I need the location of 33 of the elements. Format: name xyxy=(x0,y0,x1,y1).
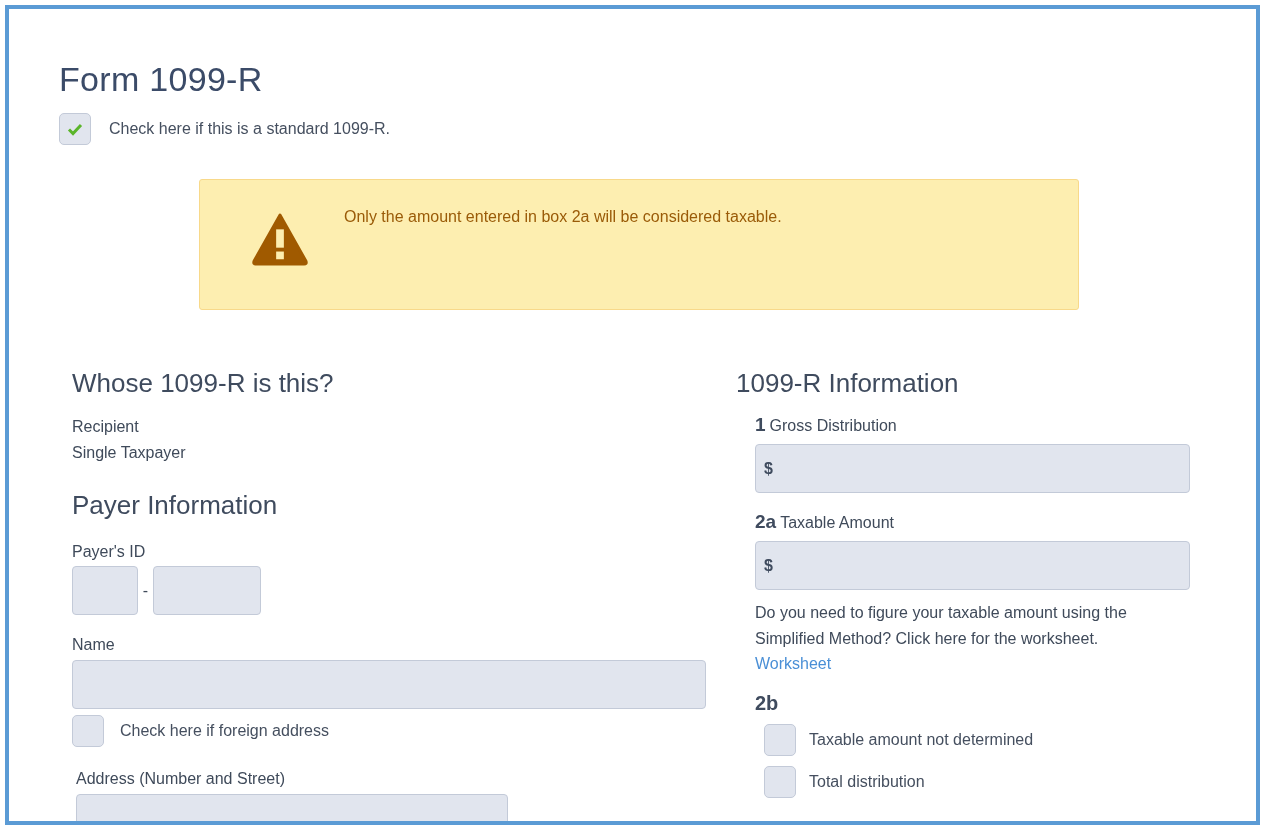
field-label: Taxable Amount xyxy=(780,514,894,531)
input-field[interactable] xyxy=(72,566,138,615)
section-heading: Whose 1099-R is this? xyxy=(72,367,335,400)
field-label: Address (Number and Street) xyxy=(76,769,286,789)
input-field[interactable]: $ xyxy=(755,541,1190,590)
id-separator: - xyxy=(141,581,150,600)
alert-message: Only the amount entered in box 2a will be considered taxable. xyxy=(344,208,782,226)
input-field[interactable]: $ xyxy=(755,444,1190,493)
box-number: 1 xyxy=(755,414,766,435)
checkbox[interactable] xyxy=(764,724,796,756)
info-text: Recipient xyxy=(72,417,140,437)
field-label: Gross Distribution xyxy=(769,417,897,434)
checkbox-label: Check here if foreign address xyxy=(120,722,329,740)
section-heading: 1099-R Information xyxy=(736,367,960,400)
field-label: Payer's ID xyxy=(72,542,147,562)
checkbox[interactable] xyxy=(764,766,796,798)
input-field[interactable] xyxy=(72,660,706,709)
worksheet-link[interactable]: Worksheet xyxy=(755,652,832,676)
checkbox[interactable] xyxy=(59,113,91,145)
info-text: Single Taxpayer xyxy=(72,443,187,463)
section-heading: Payer Information xyxy=(72,489,279,522)
checkbox-label: Taxable amount not determined xyxy=(809,731,1034,749)
checkmark-icon xyxy=(67,121,83,137)
checkbox-label: Check here if this is a standard 1099-R. xyxy=(109,120,391,138)
warning-icon xyxy=(251,212,309,266)
help-text: Do you need to figure your taxable amount using the Simplified Method? Click here for the worksheet. xyxy=(755,603,1128,649)
box-number: 2b xyxy=(755,691,779,716)
input-field[interactable] xyxy=(153,566,261,615)
form-title: Form 1099-R xyxy=(59,59,264,99)
checkbox-label: Total distribution xyxy=(809,773,925,791)
checkbox[interactable] xyxy=(72,715,104,747)
field-label: Name xyxy=(72,635,116,655)
box-number: 2a xyxy=(755,511,777,532)
